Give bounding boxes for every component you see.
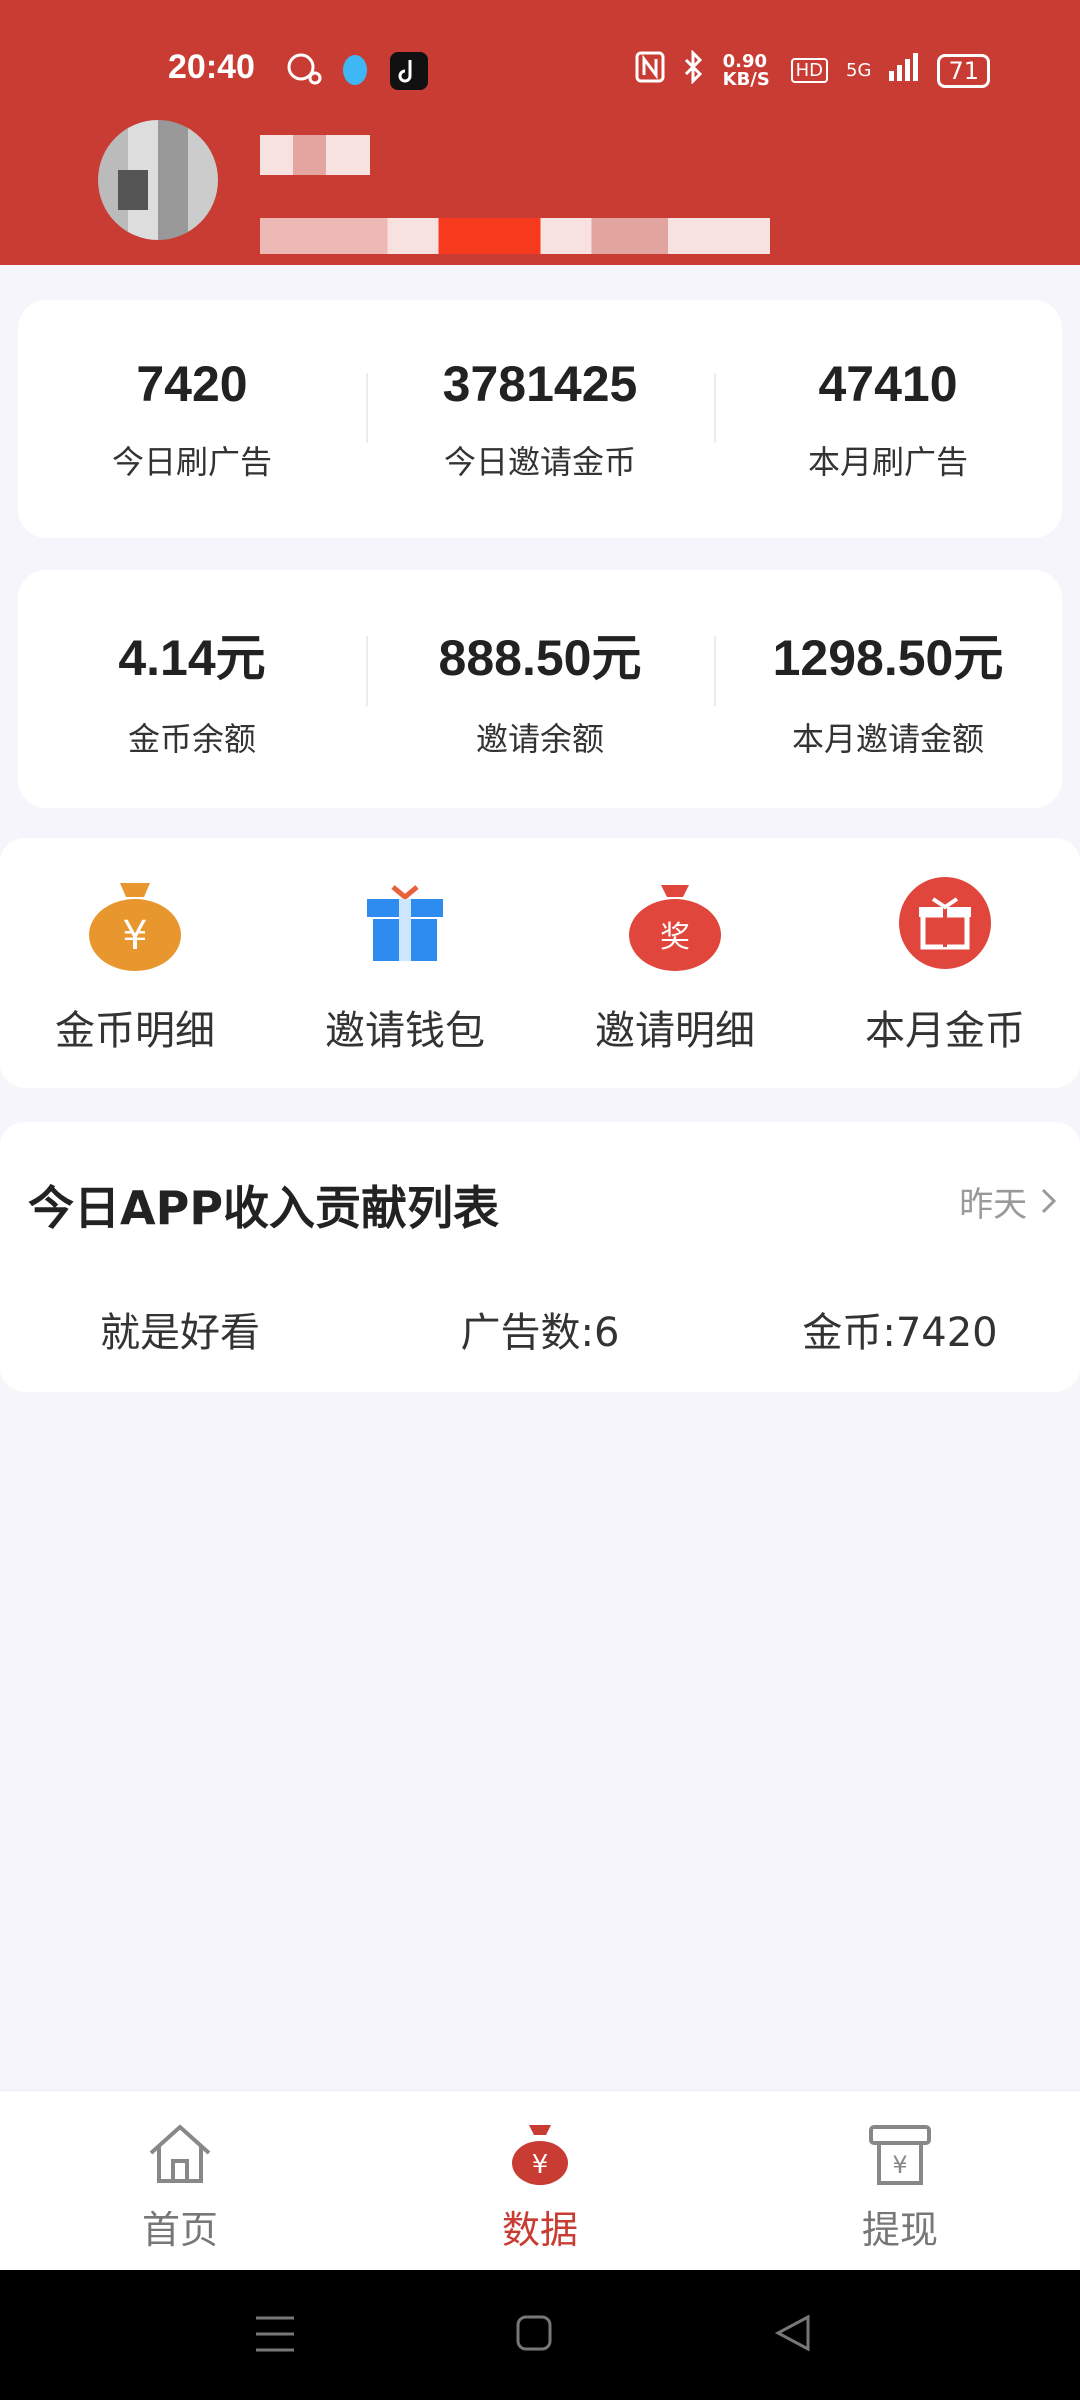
avatar[interactable] <box>98 120 218 240</box>
gift-circle-icon <box>895 873 995 977</box>
username-blurred <box>260 135 370 175</box>
shortcut-label: 本月金币 <box>865 1008 1025 1054</box>
chat-icon <box>285 52 323 95</box>
net-speed: 0.90 KB/S <box>722 50 770 90</box>
system-nav-bar <box>0 2270 1080 2400</box>
status-time: 20:40 <box>168 48 255 86</box>
stat-month-invite-amount[interactable]: 1298.50元 本月邀请金额 <box>714 618 1062 760</box>
shortcut-grid: ¥ 金币明细 邀请钱包 奖 邀请明细 本月金币 <box>0 838 1080 1088</box>
signal-label: 5G <box>846 60 872 81</box>
stats-card-balance: 4.14元 金币余额 888.50元 邀请余额 1298.50元 本月邀请金额 <box>18 570 1062 808</box>
shortcut-invite-wallet[interactable]: 邀请钱包 <box>270 838 540 1088</box>
home-button-icon[interactable] <box>516 2315 552 2355</box>
stat-label: 今日刷广告 <box>111 443 272 481</box>
tab-label: 数据 <box>501 2208 578 2252</box>
stat-value: 1298.50元 <box>772 630 1004 686</box>
hd-badge: HD <box>790 58 829 83</box>
shortcut-label: 金币明细 <box>55 1008 215 1054</box>
stat-today-invite-coins[interactable]: 3781425 今日邀请金币 <box>366 355 714 483</box>
shortcut-coin-detail[interactable]: ¥ 金币明细 <box>0 838 270 1088</box>
coin-count: 金币:7420 <box>802 1310 998 1356</box>
stat-label: 本月刷广告 <box>807 443 968 481</box>
tiktok-icon <box>390 52 428 99</box>
reward-bag-icon: 奖 <box>625 873 725 977</box>
status-bar: 20:40 0.90 KB/S HD 5G 71 <box>0 40 1080 100</box>
stat-month-ads[interactable]: 47410 本月刷广告 <box>714 355 1062 483</box>
shortcut-label: 邀请钱包 <box>325 1008 485 1054</box>
withdraw-icon: ¥ <box>867 2121 933 2191</box>
app-name: 就是好看 <box>100 1310 260 1356</box>
stat-label: 金币余额 <box>127 720 256 758</box>
svg-text:¥: ¥ <box>122 913 147 959</box>
svg-text:¥: ¥ <box>892 2151 907 2179</box>
menu-icon[interactable] <box>256 2314 294 2358</box>
stat-today-ads[interactable]: 7420 今日刷广告 <box>18 355 366 483</box>
bluetooth-icon <box>683 49 705 91</box>
yesterday-link[interactable]: 昨天 <box>959 1177 1060 1226</box>
stat-value: 3781425 <box>442 356 638 412</box>
signal-icon <box>889 53 919 88</box>
back-icon[interactable] <box>774 2314 810 2356</box>
stat-label: 本月邀请金额 <box>791 720 984 758</box>
stat-coin-balance[interactable]: 4.14元 金币余额 <box>18 618 366 760</box>
shortcut-invite-detail[interactable]: 奖 邀请明细 <box>540 838 810 1088</box>
money-bag-icon: ¥ <box>507 2121 573 2191</box>
tab-data[interactable]: ¥ 数据 <box>360 2091 720 2271</box>
stats-card-today: 7420 今日刷广告 3781425 今日邀请金币 47410 本月刷广告 <box>18 300 1062 538</box>
profile-header: 20:40 0.90 KB/S HD 5G 71 <box>0 0 1080 265</box>
shortcut-month-coins[interactable]: 本月金币 <box>810 838 1080 1088</box>
user-info-blurred <box>260 218 770 254</box>
yesterday-label: 昨天 <box>959 1185 1028 1225</box>
money-bag-yen-icon: ¥ <box>85 873 185 977</box>
gift-box-icon <box>355 873 455 977</box>
stat-invite-balance[interactable]: 888.50元 邀请余额 <box>366 618 714 760</box>
stat-value: 7420 <box>136 356 248 412</box>
stat-label: 今日邀请金币 <box>443 443 636 481</box>
stat-value: 4.14元 <box>118 630 266 686</box>
battery-indicator: 71 <box>937 53 990 88</box>
status-right: 0.90 KB/S HD 5G 71 <box>635 49 990 91</box>
svg-text:奖: 奖 <box>660 920 690 955</box>
stat-value: 47410 <box>818 356 958 412</box>
bottom-tab-bar: 首页 ¥ 数据 ¥ 提现 <box>0 2090 1080 2271</box>
home-icon <box>145 2121 215 2191</box>
stat-value: 888.50元 <box>438 630 642 686</box>
svg-text:¥: ¥ <box>532 2150 549 2180</box>
list-item[interactable]: 就是好看 广告数:6 金币:7420 <box>0 1300 1080 1358</box>
tab-label: 首页 <box>141 2208 218 2252</box>
qq-icon <box>338 52 372 99</box>
list-title: 今日APP收入贡献列表 <box>28 1181 500 1235</box>
tab-label: 提现 <box>861 2208 938 2252</box>
tab-home[interactable]: 首页 <box>0 2091 360 2271</box>
chevron-right-icon <box>1038 1185 1060 1225</box>
contribution-list: 今日APP收入贡献列表 昨天 就是好看 广告数:6 金币:7420 <box>0 1122 1080 1392</box>
stat-label: 邀请余额 <box>475 720 604 758</box>
tab-withdraw[interactable]: ¥ 提现 <box>720 2091 1080 2271</box>
ad-count: 广告数:6 <box>460 1310 620 1356</box>
nfc-icon <box>635 51 665 90</box>
shortcut-label: 邀请明细 <box>595 1008 755 1054</box>
